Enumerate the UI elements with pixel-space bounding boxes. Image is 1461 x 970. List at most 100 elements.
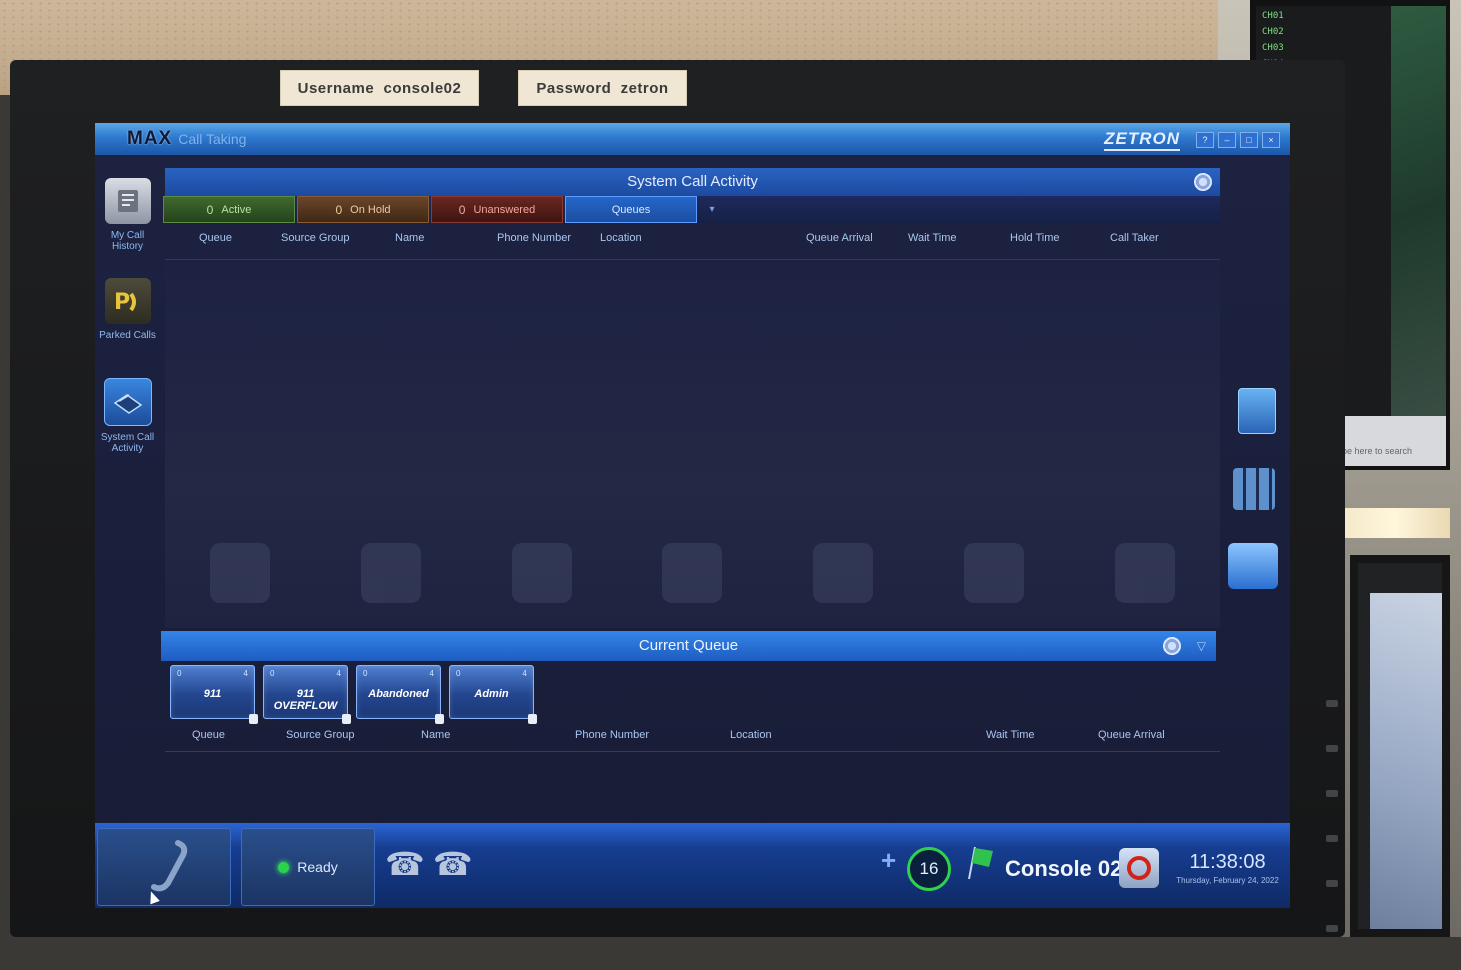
nav-label: Parked Calls <box>99 330 156 341</box>
svg-text:P: P <box>114 290 130 315</box>
camera-channel: CH03 <box>1262 43 1284 53</box>
clock-time: 11:38:08 <box>1189 851 1266 873</box>
tab-label: Queues <box>611 203 651 216</box>
column-header[interactable]: Location <box>730 729 772 741</box>
tab-queues[interactable]: Queues <box>565 196 697 223</box>
app-subtitle: Call Taking <box>178 131 247 147</box>
ceiling-light <box>1340 508 1450 538</box>
sca-column-headers: Queue Source Group Name Phone Number Loc… <box>165 227 1220 249</box>
queue-tiles: 0 4 911 0 4 911 OVERFLOW 0 4 Abandoned 0… <box>170 665 537 724</box>
tab-label: Active <box>221 203 252 216</box>
column-header[interactable]: Source Group <box>286 729 354 741</box>
queue-tile[interactable]: 0 4 Admin <box>449 665 537 724</box>
tab-label: Unanswered <box>473 203 536 216</box>
console-name: Console 02 <box>1005 856 1123 881</box>
queue-name: Admin <box>474 688 509 700</box>
settings-gear-icon[interactable] <box>1163 637 1181 655</box>
nav-parked-calls[interactable]: P Parked Calls <box>95 278 160 374</box>
dial-pad-icon[interactable] <box>1233 468 1275 510</box>
tab-active[interactable]: 0 Active <box>163 196 295 223</box>
column-header[interactable]: Queue Arrival <box>806 232 873 244</box>
column-header[interactable]: Location <box>600 232 642 244</box>
app-title: MAX Call Taking <box>127 128 246 150</box>
nav-label: System Call Activity <box>100 432 155 454</box>
column-header[interactable]: Source Group <box>281 232 349 244</box>
column-header[interactable]: Call Taker <box>1110 232 1159 244</box>
queue-name: 911 <box>203 688 222 700</box>
column-header[interactable]: Name <box>421 729 450 741</box>
secondary-taskbar-search: pe here to search <box>1336 416 1446 466</box>
column-header[interactable]: Phone Number <box>575 729 649 741</box>
ready-status-icon <box>278 861 290 873</box>
queue-column-headers: Queue Source Group Name Phone Number Loc… <box>165 724 1220 746</box>
tab-count: 0 <box>335 202 343 217</box>
clock-date: Thursday, February 24, 2022 <box>1176 876 1279 885</box>
app-name: MAX <box>127 128 173 149</box>
column-header[interactable]: Queue <box>192 729 225 741</box>
camera-feed <box>1391 6 1446 416</box>
status-footer: Ready ☎ ☎ + 16 Console 02 11:38:08 Thurs… <box>95 823 1290 908</box>
column-header[interactable]: Queue Arrival <box>1098 729 1165 741</box>
queue-count: 4 <box>522 669 527 678</box>
chevron-down-icon[interactable]: ▾ <box>699 196 725 223</box>
power-button[interactable] <box>1119 848 1159 888</box>
tab-count: 0 <box>206 202 214 217</box>
column-header[interactable]: Hold Time <box>1010 232 1060 244</box>
queue-count: 4 <box>243 669 248 678</box>
column-header[interactable]: Wait Time <box>986 729 1035 741</box>
panel-title: System Call Activity <box>627 173 758 190</box>
password-sticker: Password zetron <box>518 70 687 106</box>
column-header[interactable]: Name <box>395 232 424 244</box>
background-watermarks <box>165 543 1220 623</box>
queue-count: 0 <box>363 669 368 678</box>
queue-count: 4 <box>429 669 434 678</box>
queue-count: 4 <box>336 669 341 678</box>
lock-icon <box>528 714 537 724</box>
hook-flash-icon[interactable]: ☎ <box>385 845 425 883</box>
help-button[interactable]: ? <box>1196 132 1214 148</box>
app-screen: MAX Call Taking ZETRON ? – □ × My Call H… <box>95 123 1290 908</box>
divider <box>165 751 1220 752</box>
queue-tile[interactable]: 0 4 911 <box>170 665 258 724</box>
queue-count: 0 <box>456 669 461 678</box>
clock: 11:38:08 Thursday, February 24, 2022 <box>1175 851 1280 885</box>
chevron-down-icon[interactable]: ▽ <box>1197 631 1206 661</box>
queue-tile[interactable]: 0 4 Abandoned <box>356 665 444 724</box>
lock-icon <box>249 714 258 724</box>
close-button[interactable]: × <box>1262 132 1280 148</box>
camera-channel: CH01 <box>1262 11 1284 21</box>
divider <box>165 259 1220 260</box>
call-count-badge: 16 <box>907 847 951 891</box>
power-icon <box>1127 856 1151 880</box>
flag-icon[interactable] <box>965 845 995 881</box>
handset-button[interactable] <box>97 828 231 906</box>
column-header[interactable]: Wait Time <box>908 232 957 244</box>
parked-calls-icon: P <box>104 278 151 324</box>
queue-count: 0 <box>177 669 182 678</box>
transfer-icon[interactable]: ☎ <box>433 845 473 883</box>
nav-system-call-activity[interactable]: System Call Activity <box>95 378 160 474</box>
add-icon[interactable]: + <box>881 845 896 876</box>
tertiary-monitor <box>1350 555 1450 937</box>
settings-gear-icon[interactable] <box>1194 173 1212 191</box>
monitor-buttons <box>1324 700 1344 970</box>
column-header[interactable]: Phone Number <box>497 232 571 244</box>
ready-button[interactable]: Ready <box>241 828 375 906</box>
column-header[interactable]: Queue <box>199 232 232 244</box>
queue-count: 0 <box>270 669 275 678</box>
queue-tile[interactable]: 0 4 911 OVERFLOW <box>263 665 351 724</box>
maximize-button[interactable]: □ <box>1240 132 1258 148</box>
system-call-activity-icon <box>103 378 152 426</box>
queue-name: Abandoned <box>368 688 429 700</box>
minimize-button[interactable]: – <box>1218 132 1236 148</box>
tab-on-hold[interactable]: 0 On Hold <box>297 196 429 223</box>
window-controls: ? – □ × <box>1196 132 1280 148</box>
title-bar: MAX Call Taking ZETRON ? – □ × <box>95 123 1290 155</box>
contacts-book-icon[interactable] <box>1238 388 1276 434</box>
tab-unanswered[interactable]: 0 Unanswered <box>431 196 563 223</box>
tab-label: On Hold <box>350 203 391 216</box>
camera-channel: CH02 <box>1262 27 1284 37</box>
call-control-icons: ☎ ☎ <box>385 845 473 883</box>
phone-screen-icon[interactable] <box>1228 543 1278 589</box>
nav-my-call-history[interactable]: My Call History <box>95 178 160 274</box>
